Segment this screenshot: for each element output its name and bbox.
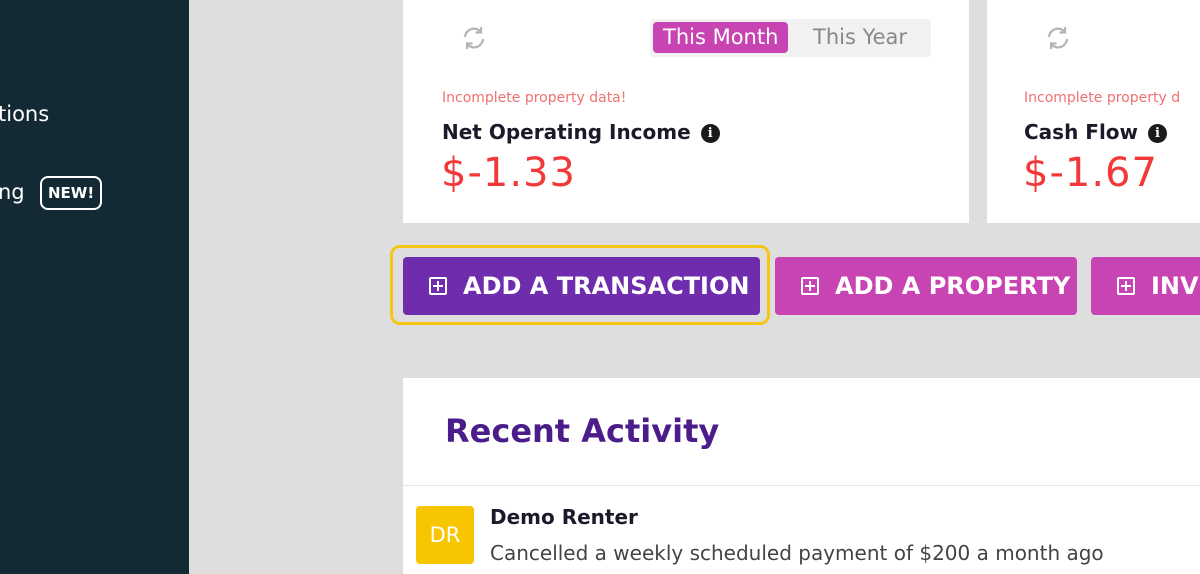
info-icon[interactable]: i — [1148, 124, 1168, 143]
noi-value: $-1.33 — [441, 150, 576, 196]
divider — [403, 485, 1200, 486]
noi-card: This Month This Year Incomplete property… — [403, 0, 969, 223]
plus-square-icon — [801, 277, 819, 295]
sidebar-item-label: ng — [0, 180, 25, 204]
refresh-icon[interactable] — [1044, 24, 1072, 52]
sidebar: tions ng NEW! — [0, 0, 189, 574]
info-icon[interactable]: i — [700, 124, 720, 143]
plus-square-icon — [429, 277, 447, 295]
new-badge: NEW! — [40, 176, 103, 210]
invite-button[interactable]: INVI — [1091, 257, 1200, 315]
tab-this-month[interactable]: This Month — [653, 22, 789, 53]
noi-label: Net Operating Income — [442, 120, 691, 144]
cashflow-label: Cash Flow — [1024, 120, 1139, 144]
plus-square-icon — [1117, 277, 1135, 295]
metric-label: Cash Flow i — [1024, 120, 1168, 144]
sidebar-item-new-feature[interactable]: ng — [0, 180, 25, 204]
section-title: Recent Activity — [445, 412, 720, 450]
button-label: ADD A TRANSACTION — [463, 272, 750, 300]
add-transaction-button[interactable]: ADD A TRANSACTION — [403, 257, 760, 315]
avatar: DR — [416, 506, 474, 564]
activity-actor[interactable]: Demo Renter — [490, 505, 638, 529]
refresh-icon[interactable] — [460, 24, 488, 52]
cashflow-card: Incomplete property d Cash Flow i $-1.67 — [987, 0, 1200, 223]
incomplete-data-warning: Incomplete property data! — [442, 90, 627, 106]
tab-this-year[interactable]: This Year — [803, 22, 917, 53]
metric-label: Net Operating Income i — [442, 120, 720, 144]
sidebar-item-transactions[interactable]: tions — [0, 102, 49, 126]
cashflow-value: $-1.67 — [1023, 150, 1158, 196]
incomplete-data-warning: Incomplete property d — [1024, 90, 1181, 106]
add-property-button[interactable]: ADD A PROPERTY — [775, 257, 1077, 315]
recent-activity-card: Recent Activity DR Demo Renter Cancelled… — [403, 378, 1200, 574]
button-label: INVI — [1151, 272, 1200, 300]
sidebar-item-label: tions — [0, 102, 50, 126]
activity-description: Cancelled a weekly scheduled payment of … — [490, 541, 1104, 565]
button-label: ADD A PROPERTY — [835, 272, 1071, 300]
period-toggle: This Month This Year — [650, 19, 931, 57]
